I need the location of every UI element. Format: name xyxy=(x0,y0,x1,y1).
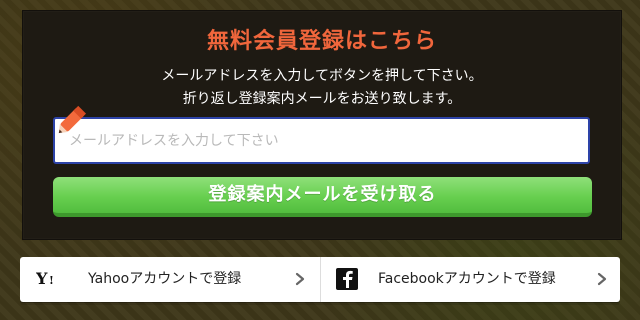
facebook-logo-icon xyxy=(336,268,358,290)
social-login-row: Y ! Yahooアカウントで登録 Facebookアカウントで登録 xyxy=(20,257,620,302)
facebook-signup-label: Facebookアカウントで登録 xyxy=(378,271,556,287)
pencil-icon xyxy=(58,105,87,134)
svg-text:Y: Y xyxy=(36,269,48,288)
yahoo-signup-button[interactable]: Y ! Yahooアカウントで登録 xyxy=(20,257,320,302)
signup-title: 無料会員登録はこちら xyxy=(206,29,437,54)
signup-description-line-1: メールアドレスを入力してボタンを押して下さい。 xyxy=(161,68,483,84)
yahoo-logo-icon: Y ! xyxy=(36,269,54,288)
submit-signup-email-button[interactable]: 登録案内メールを受け取る xyxy=(53,177,592,217)
email-input[interactable] xyxy=(55,119,588,162)
email-input-wrapper[interactable] xyxy=(53,117,590,164)
svg-text:!: ! xyxy=(49,274,54,287)
signup-description-line-2: 折り返し登録案内メールをお送り致します。 xyxy=(182,91,462,107)
chevron-right-icon xyxy=(597,272,607,286)
yahoo-signup-label: Yahooアカウントで登録 xyxy=(88,271,242,287)
signup-panel: 無料会員登録はこちら メールアドレスを入力してボタンを押して下さい。 折り返し登… xyxy=(22,10,622,240)
facebook-signup-button[interactable]: Facebookアカウントで登録 xyxy=(320,257,620,302)
chevron-right-icon xyxy=(295,272,305,286)
